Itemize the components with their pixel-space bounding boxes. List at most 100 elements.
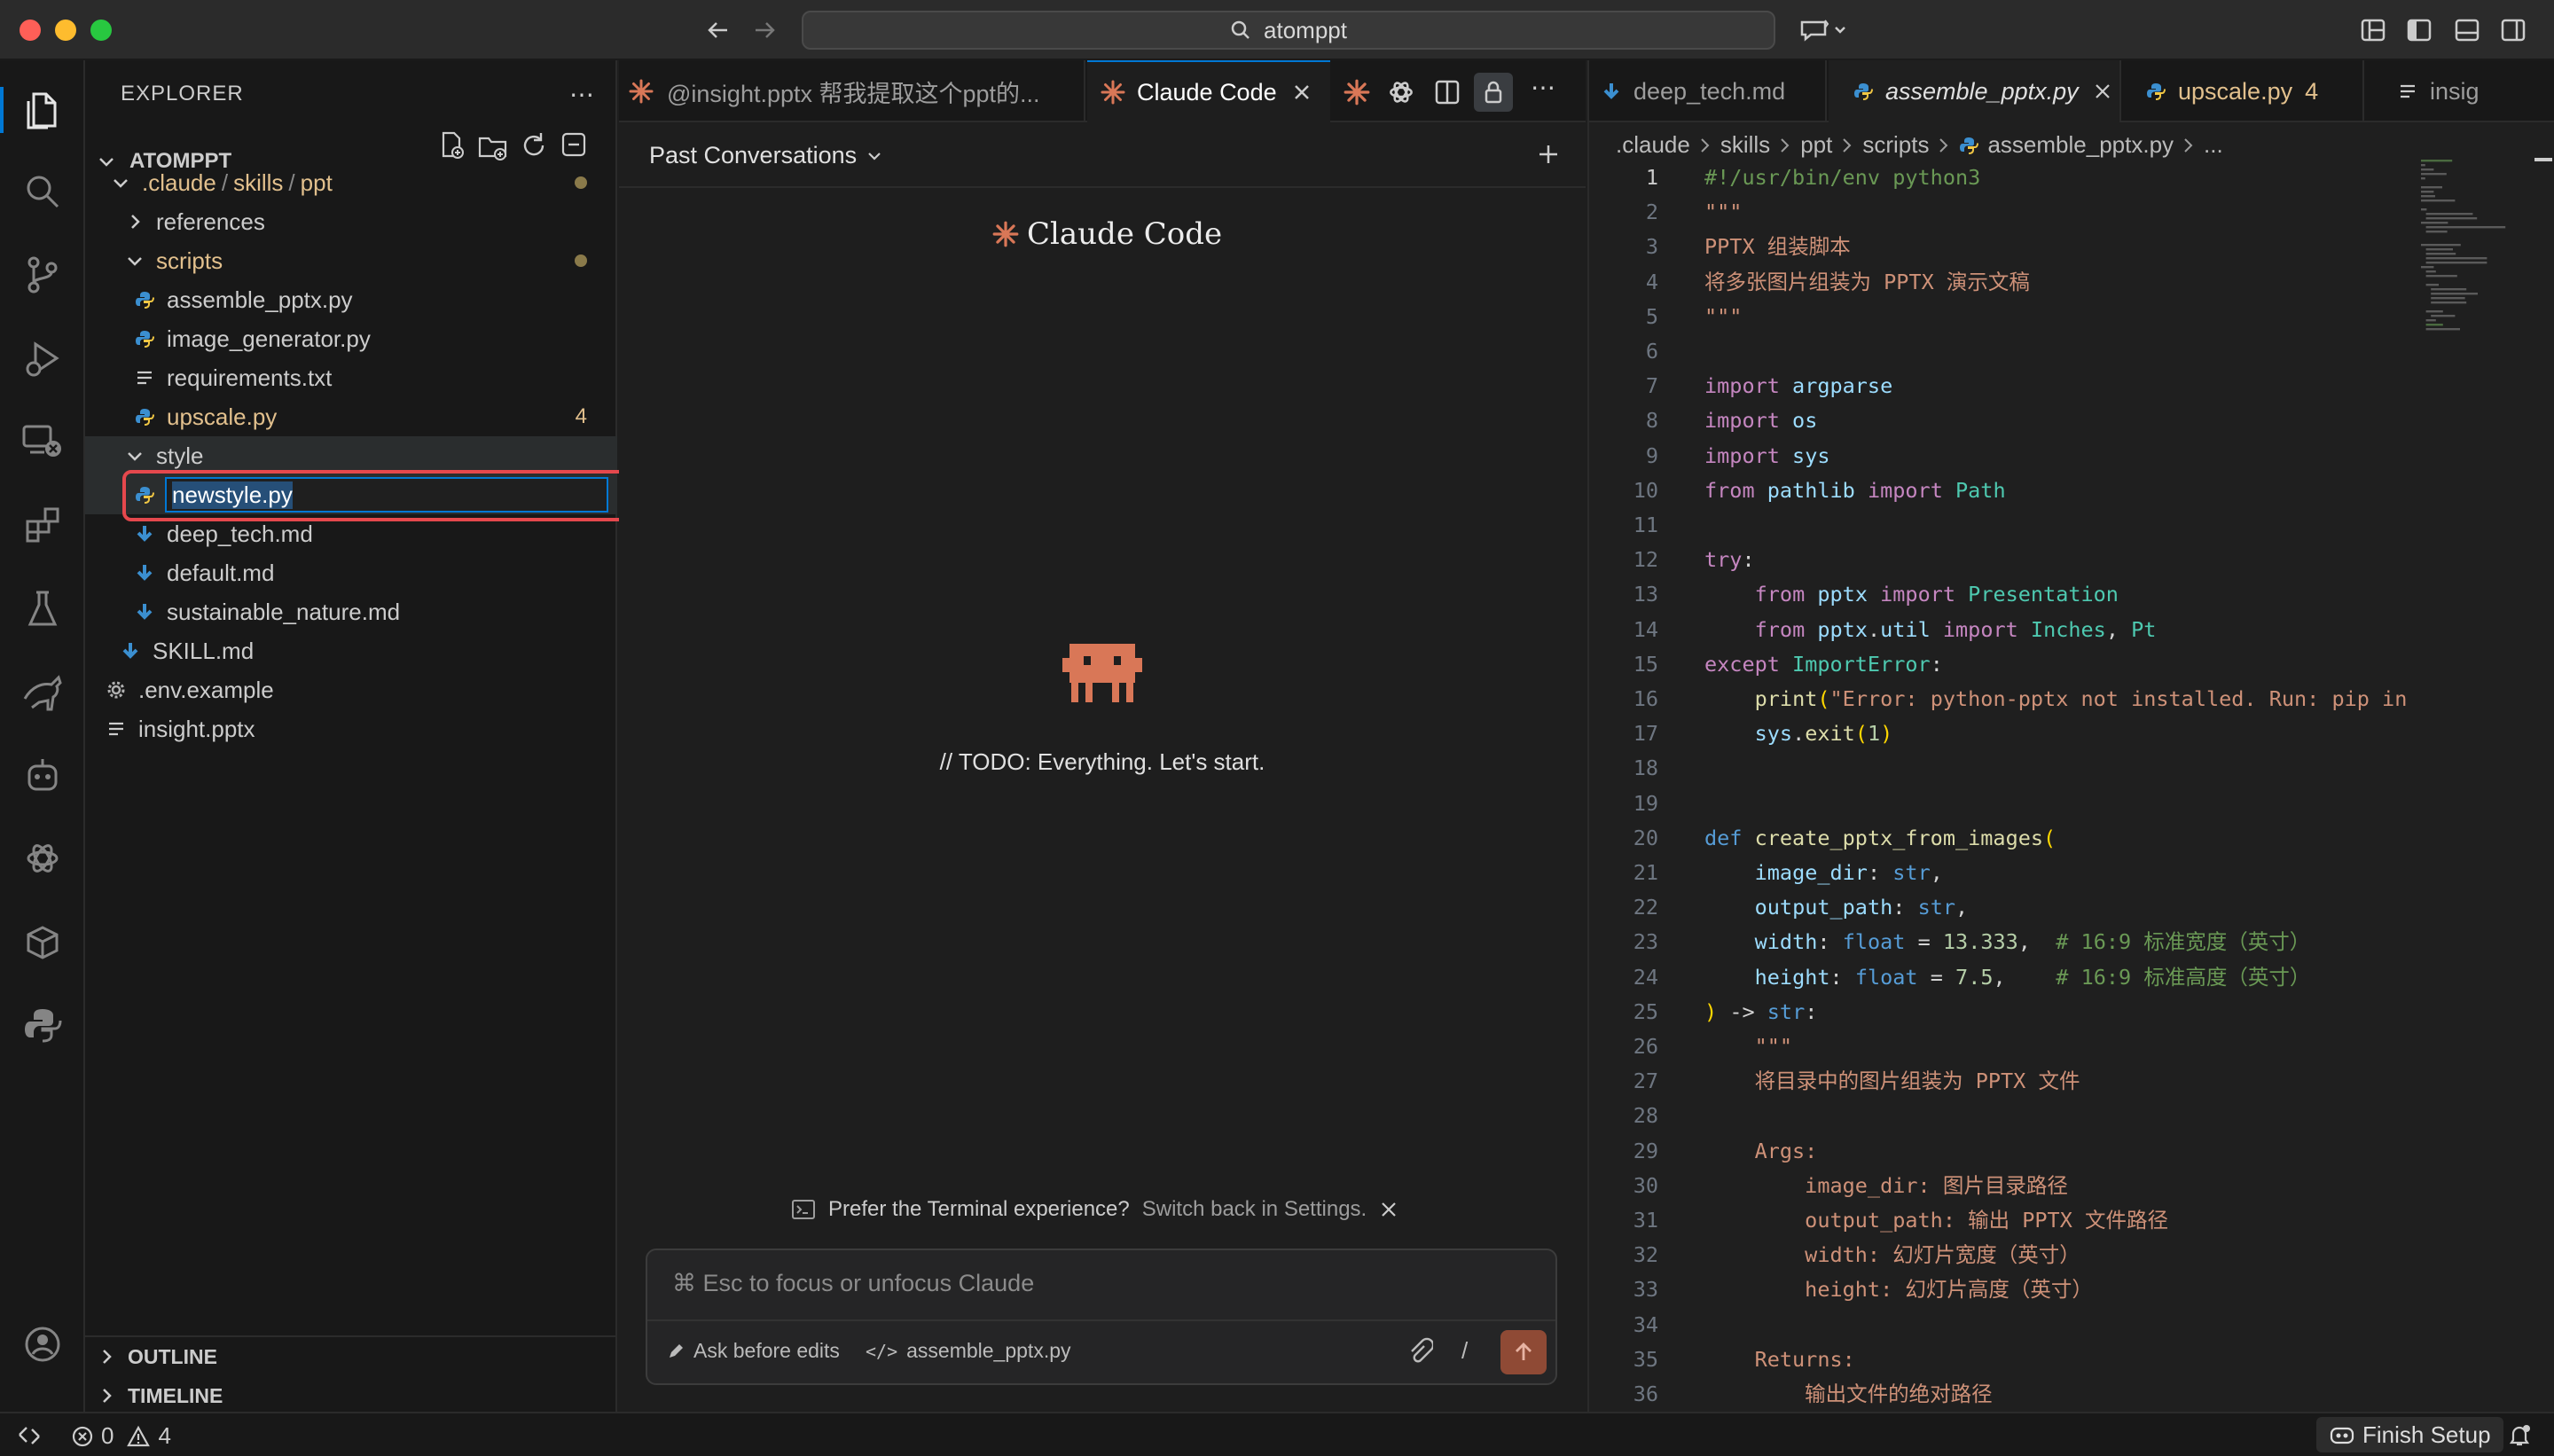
scrollbar-thumb[interactable] (2534, 158, 2552, 161)
new-folder-icon[interactable] (477, 131, 509, 163)
breadcrumb-skills[interactable]: skills (1720, 131, 1770, 159)
code-line[interactable]: 28 (1589, 1100, 2423, 1131)
breadcrumb-ppt[interactable]: ppt (1800, 131, 1832, 159)
copilot-chat-icon[interactable] (1795, 12, 1852, 48)
breadcrumb-more[interactable]: ... (2204, 131, 2223, 159)
maximize-window-button[interactable] (90, 20, 112, 41)
folder-scripts[interactable]: scripts (85, 241, 617, 280)
customize-layout-icon[interactable] (2355, 12, 2391, 48)
code-line[interactable]: 5 """ (1589, 301, 2423, 333)
timeline-section[interactable]: TIMELINE (85, 1376, 617, 1415)
mode-selector[interactable]: Ask before edits (667, 1339, 840, 1363)
file-requirements[interactable]: requirements.txt (85, 358, 617, 397)
close-icon[interactable] (1379, 1200, 1398, 1219)
refresh-icon[interactable] (518, 129, 550, 161)
tab-upscale[interactable]: upscale.py 4 (2123, 60, 2364, 122)
source-control-icon[interactable] (21, 254, 64, 296)
openai-icon[interactable] (1387, 78, 1415, 106)
more-actions-icon[interactable]: ⋯ (569, 80, 594, 109)
collapse-all-icon[interactable] (559, 129, 591, 161)
file-deep-tech[interactable]: deep_tech.md (85, 514, 617, 553)
send-button[interactable] (1500, 1330, 1547, 1374)
close-tab-icon[interactable] (1291, 82, 1312, 103)
split-editor-icon[interactable] (1433, 78, 1461, 106)
search-icon[interactable] (21, 170, 64, 213)
account-icon[interactable] (21, 1323, 64, 1366)
minimize-window-button[interactable] (55, 20, 76, 41)
code-line[interactable]: 31 output_path: 输出 PPTX 文件路径 (1589, 1204, 2423, 1236)
code-line[interactable]: 17 sys.exit(1) (1589, 717, 2423, 749)
code-line[interactable]: 22 output_path: str, (1589, 891, 2423, 923)
tab-insight-conversation[interactable]: @insight.pptx 帮我提取这个ppt的... (619, 60, 1085, 122)
code-line[interactable]: 3 PPTX 组装脚本 (1589, 231, 2423, 262)
attach-icon[interactable] (1405, 1335, 1435, 1367)
code-line[interactable]: 26 """ (1589, 1030, 2423, 1062)
code-line[interactable]: 18 (1589, 752, 2423, 784)
code-line[interactable]: 24 height: float = 7.5, # 16:9 标准高度（英寸） (1589, 961, 2423, 993)
outline-section[interactable]: OUTLINE (85, 1337, 617, 1376)
tab-claude-code[interactable]: Claude Code (1087, 60, 1330, 122)
code-line[interactable]: 6 (1589, 335, 2423, 367)
code-line[interactable]: 35 Returns: (1589, 1343, 2423, 1375)
file-default[interactable]: default.md (85, 553, 617, 592)
code-line[interactable]: 29 Args: (1589, 1135, 2423, 1167)
code-area[interactable]: 1 #!/usr/bin/env python3 2 """ 3 PPTX 组装脚本 4 将多… (1589, 161, 2423, 1412)
new-conversation-icon[interactable] (1532, 138, 1564, 170)
code-line[interactable]: 36 输出文件的绝对路径 (1589, 1378, 2423, 1410)
file-env-example[interactable]: .env.example (85, 670, 617, 709)
code-line[interactable]: 1 #!/usr/bin/env python3 (1589, 161, 2423, 193)
code-line[interactable]: 20 def create_pptx_from_images( (1589, 822, 2423, 854)
remote-indicator-icon[interactable] (16, 1422, 44, 1449)
container-icon[interactable] (21, 920, 64, 963)
tab-assemble-pptx[interactable]: assemble_pptx.py (1829, 60, 2121, 122)
claude-spark-icon[interactable] (1343, 78, 1371, 106)
context-file-chip[interactable]: </> assemble_pptx.py (866, 1339, 1071, 1363)
code-line[interactable]: 34 (1589, 1309, 2423, 1341)
close-tab-icon[interactable] (2093, 82, 2112, 101)
code-line[interactable]: 8 import os (1589, 404, 2423, 436)
new-file-icon[interactable] (436, 129, 468, 161)
minimap[interactable] (2419, 160, 2526, 638)
code-line[interactable]: 14 from pptx.util import Inches, Pt (1589, 614, 2423, 646)
file-skill[interactable]: SKILL.md (85, 631, 617, 670)
problems-indicator[interactable]: 0 4 (71, 1422, 171, 1450)
file-upscale[interactable]: upscale.py 4 (85, 397, 617, 436)
past-conversations-dropdown[interactable]: Past Conversations (649, 142, 883, 169)
code-line[interactable]: 11 (1589, 509, 2423, 541)
code-line[interactable]: 4 将多张图片组装为 PPTX 演示文稿 (1589, 266, 2423, 298)
python-icon[interactable] (21, 1004, 64, 1046)
code-line[interactable]: 19 (1589, 787, 2423, 819)
file-assemble-pptx[interactable]: assemble_pptx.py (85, 280, 617, 319)
finish-setup-button[interactable]: Finish Setup (2316, 1417, 2503, 1452)
code-line[interactable]: 9 import sys (1589, 440, 2423, 472)
code-line[interactable]: 10 from pathlib import Path (1589, 474, 2423, 506)
openai-icon[interactable] (21, 837, 64, 880)
settings-link[interactable]: Switch back in Settings. (1142, 1197, 1367, 1222)
breadcrumb-scripts[interactable]: scripts (1862, 131, 1929, 159)
lock-icon[interactable] (1474, 73, 1513, 112)
remote-explorer-icon[interactable] (21, 420, 64, 463)
slash-command-button[interactable]: / (1461, 1337, 1468, 1365)
code-line[interactable]: 2 """ (1589, 196, 2423, 228)
kangaroo-extension-icon[interactable] (21, 670, 64, 713)
notifications-bell-icon[interactable] (2506, 1422, 2533, 1449)
run-debug-icon[interactable] (21, 337, 64, 380)
extensions-icon[interactable] (21, 504, 64, 546)
command-center-search[interactable]: atomppt (802, 11, 1775, 50)
folder-claude-skills-ppt[interactable]: .claude / skills / ppt (85, 163, 617, 202)
code-line[interactable]: 13 from pptx import Presentation (1589, 578, 2423, 610)
folder-references[interactable]: references (85, 202, 617, 241)
testing-icon[interactable] (21, 587, 64, 630)
code-line[interactable]: 23 width: float = 13.333, # 16:9 标准宽度（英寸… (1589, 926, 2423, 958)
code-editor[interactable]: .claude skills ppt scripts assemble_pptx… (1587, 122, 2554, 1412)
toggle-primary-sidebar-icon[interactable] (2401, 12, 2437, 48)
file-image-generator[interactable]: image_generator.py (85, 319, 617, 358)
code-line[interactable]: 15 except ImportError: (1589, 648, 2423, 680)
file-insight-pptx[interactable]: insight.pptx (85, 709, 617, 748)
code-line[interactable]: 21 image_dir: str, (1589, 857, 2423, 888)
breadcrumb-file[interactable]: assemble_pptx.py (1987, 131, 2174, 159)
code-line[interactable]: 33 height: 幻灯片高度（英寸） (1589, 1273, 2423, 1305)
close-window-button[interactable] (20, 20, 41, 41)
code-line[interactable]: 27 将目录中的图片组装为 PPTX 文件 (1589, 1065, 2423, 1097)
code-line[interactable]: 25) -> str: (1589, 996, 2423, 1028)
